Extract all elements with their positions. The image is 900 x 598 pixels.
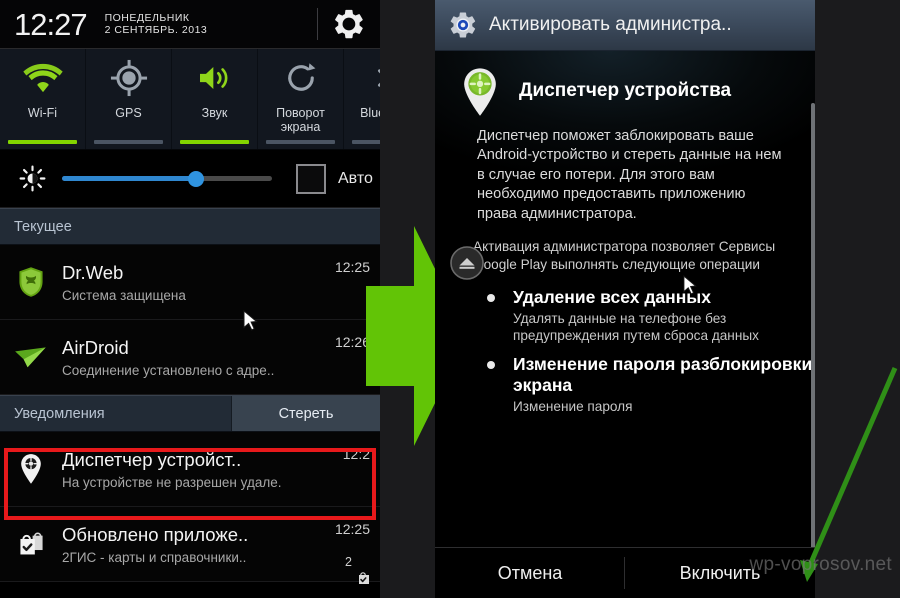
device-manager-pin-icon xyxy=(459,67,501,116)
permission-item: Изменение пароля разблокировки экрана Из… xyxy=(435,354,815,415)
toggle-label: GPS xyxy=(115,106,142,120)
app-name: Диспетчер устройства xyxy=(519,80,732,101)
toggle-state-bar xyxy=(352,140,380,144)
notification-time: 12:26 xyxy=(334,334,370,350)
mouse-cursor-left xyxy=(243,310,258,331)
dialog-description: Диспетчер поможет заблокировать ваше And… xyxy=(477,128,782,222)
toggle-state-bar xyxy=(180,140,249,144)
toggle-screen-rotation[interactable]: Поворот экрана xyxy=(258,49,344,149)
notification-text: Диспетчер устройст.. На устройстве не ра… xyxy=(62,448,380,490)
gps-icon xyxy=(110,49,148,107)
permission-item: Удаление всех данных Удалять данные на т… xyxy=(435,287,815,344)
rotate-icon xyxy=(283,49,319,107)
notification-item[interactable]: Dr.Web Система защищена 12:25 xyxy=(0,245,380,320)
slider-knob[interactable] xyxy=(188,170,204,187)
notification-time: 12:25 xyxy=(334,259,370,275)
toggle-sound[interactable]: Звук xyxy=(172,49,258,149)
drweb-shield-icon xyxy=(0,266,62,298)
clock: 12:27 xyxy=(14,6,88,42)
permission-title: Изменение пароля разблокировки экрана xyxy=(513,353,813,396)
cancel-button[interactable]: Отмена xyxy=(435,548,625,598)
toggle-bluetooth[interactable]: Bluetooth xyxy=(344,49,380,149)
permission-detail: Изменение пароля xyxy=(513,398,633,414)
section-header-ongoing: Текущее xyxy=(0,208,380,245)
toggle-state-bar xyxy=(8,140,77,144)
gear-icon[interactable] xyxy=(332,7,366,41)
toggle-state-bar xyxy=(266,140,335,144)
notification-item[interactable]: AirDroid Соединение установлено с адре..… xyxy=(0,320,380,395)
app-row: Диспетчер устройства xyxy=(435,51,815,121)
notification-time: 12:25 xyxy=(334,521,370,537)
settings-gear-icon xyxy=(448,10,478,40)
watermark: wp-voprosov.net xyxy=(749,554,892,575)
quick-toggle-row: Wi-Fi GPS Звук Поворот экрана Blu xyxy=(0,49,380,150)
toggle-label: Wi-Fi xyxy=(27,106,58,120)
toggle-label: Bluetooth xyxy=(360,106,380,120)
slider-fill xyxy=(62,176,195,181)
bullet-dot xyxy=(487,294,495,303)
android-notification-shade: 12:27 ПОНЕДЕЛЬНИК 2 СЕНТЯБРЬ. 2013 Wi-Fi xyxy=(0,0,380,598)
permissions-list: Удаление всех данных Удалять данные на т… xyxy=(435,287,815,414)
section-label: Уведомления xyxy=(14,405,105,422)
sound-icon xyxy=(195,49,235,107)
notification-title: Обновлено приложе.. xyxy=(62,523,249,545)
dialog-body: Диспетчер устройства Диспетчер поможет з… xyxy=(435,51,815,549)
notification-subtitle: 2ГИС - карты и справочники.. xyxy=(62,550,247,566)
date-block: ПОНЕДЕЛЬНИК 2 СЕНТЯБРЬ. 2013 xyxy=(105,12,208,37)
notification-item-device-manager[interactable]: Диспетчер устройст.. На устройстве не ра… xyxy=(0,432,380,507)
dialog-title: Активировать администра.. xyxy=(489,14,732,35)
notification-count: 2 xyxy=(345,555,352,569)
divider xyxy=(317,8,318,40)
date-text: 2 СЕНТЯБРЬ. 2013 xyxy=(104,24,208,36)
play-bag-small-icon xyxy=(359,572,369,584)
bluetooth-icon xyxy=(369,49,380,107)
notification-subtitle: На устройстве не разрешен удале. xyxy=(62,475,282,491)
dialog-header: Активировать администра.. xyxy=(435,0,815,51)
notification-subtitle: Соединение установлено с адре.. xyxy=(62,363,275,379)
notification-subtitle: Система защищена xyxy=(62,288,186,304)
notification-time: 12:2 xyxy=(342,446,370,462)
device-pin-icon xyxy=(0,453,62,485)
notification-item[interactable]: Обновлено приложе.. 2ГИС - карты и справ… xyxy=(0,507,380,582)
auto-brightness-label: Авто xyxy=(338,169,373,187)
notification-text: Обновлено приложе.. 2ГИС - карты и справ… xyxy=(62,523,380,565)
wifi-icon xyxy=(22,49,63,107)
mouse-cursor-right xyxy=(683,275,697,295)
vertical-scrollbar[interactable] xyxy=(811,103,815,549)
permission-title: Удаление всех данных xyxy=(513,287,711,308)
toggle-state-bar xyxy=(94,140,163,144)
notification-text: AirDroid Соединение установлено с адре.. xyxy=(62,336,380,378)
airdroid-icon xyxy=(0,344,62,370)
day-of-week: ПОНЕДЕЛЬНИК xyxy=(104,11,190,24)
play-bag-icon xyxy=(0,531,62,558)
brightness-slider[interactable] xyxy=(62,170,272,187)
permission-detail: Удалять данные на телефоне без предупреж… xyxy=(513,310,759,343)
status-bar: 12:27 ПОНЕДЕЛЬНИК 2 СЕНТЯБРЬ. 2013 xyxy=(0,0,380,49)
notification-title: AirDroid xyxy=(62,336,129,358)
auto-brightness-checkbox[interactable] xyxy=(296,163,326,194)
notification-text: Dr.Web Система защищена xyxy=(62,261,380,303)
section-header-notifications: Уведомления Стереть xyxy=(0,395,380,432)
toggle-gps[interactable]: GPS xyxy=(86,49,172,149)
screenshot-root: 12:27 ПОНЕДЕЛЬНИК 2 СЕНТЯБРЬ. 2013 Wi-Fi xyxy=(0,0,900,598)
notification-title: Dr.Web xyxy=(62,261,124,283)
bullet-dot xyxy=(487,360,495,369)
toggle-label: Звук xyxy=(201,106,228,120)
toggle-wifi[interactable]: Wi-Fi xyxy=(0,49,86,149)
brightness-icon xyxy=(18,165,46,193)
brightness-row: Авто xyxy=(0,150,380,208)
device-admin-dialog: Активировать администра.. Диспетчер устр… xyxy=(435,0,815,598)
toggle-label: Поворот экрана xyxy=(276,106,325,134)
notification-title: Диспетчер устройст.. xyxy=(62,448,242,470)
clear-all-button[interactable]: Стереть xyxy=(231,396,380,431)
collapse-up-icon[interactable] xyxy=(447,243,487,283)
dialog-sub-description: Активация администратора позволяет Серви… xyxy=(473,239,776,272)
section-label: Текущее xyxy=(14,218,72,235)
